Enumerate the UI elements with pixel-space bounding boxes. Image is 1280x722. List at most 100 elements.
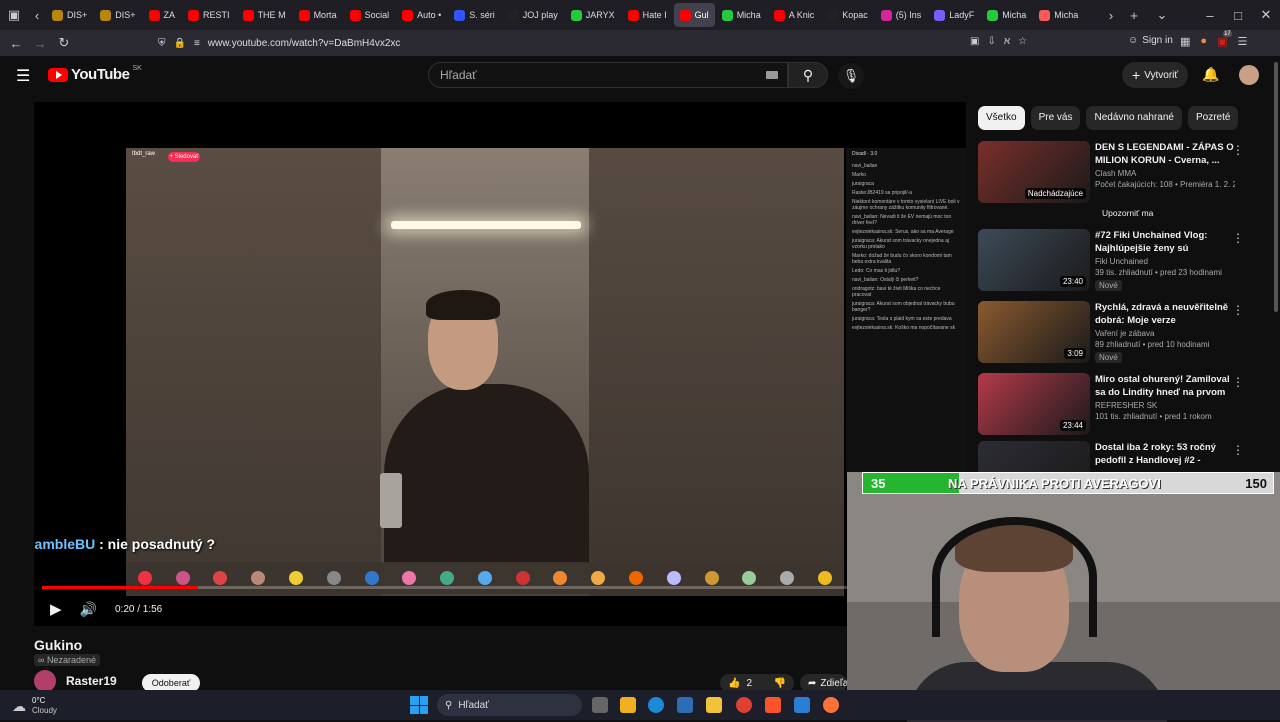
more-options-icon[interactable]: ⋮ (1232, 231, 1244, 245)
recommendation-channel[interactable]: Fiki Unchained (1095, 257, 1235, 266)
tab-list-icon[interactable]: ⌄ (1148, 1, 1176, 29)
pip-icon[interactable]: ▣ (970, 36, 979, 47)
volume-icon[interactable]: 🔊 (80, 601, 97, 618)
thumbs-down-icon[interactable]: 👎 (774, 678, 786, 689)
page-info-icon[interactable]: ≡ (194, 38, 200, 49)
browser-tab[interactable]: Micha (716, 3, 767, 27)
browser-tab[interactable]: RESTI (182, 3, 236, 27)
browser-tab[interactable]: ZA (143, 3, 182, 27)
browser-tab[interactable]: (5) Ins (875, 3, 928, 27)
keyboard-icon[interactable] (766, 71, 778, 79)
firefox-icon[interactable] (823, 697, 839, 713)
address-bar[interactable]: ⛨ 🔒 ≡ www.youtube.com/watch?v=DaBmH4vx2x… (150, 32, 1050, 54)
video-thumbnail[interactable]: 3:09 (978, 301, 1090, 363)
browser-tab[interactable]: Gul (673, 3, 715, 27)
notepad-icon[interactable] (794, 697, 810, 713)
recommendation-title[interactable]: Dostal iba 2 roky: 53 ročný pedofil z Ha… (1095, 441, 1235, 467)
chrome-icon[interactable] (736, 697, 752, 713)
browser-tab[interactable]: DIS+ (46, 3, 93, 27)
download-page-icon[interactable]: ⇩ (987, 36, 995, 47)
recommendation-item[interactable]: 23:44 Miro ostal ohurený! Zamiloval sa do… (978, 373, 1278, 437)
taskbar-search[interactable]: ⚲ Hľadať (437, 694, 582, 716)
page-scrollbar[interactable] (1274, 62, 1278, 312)
browser-tab[interactable]: Micha (981, 3, 1032, 27)
recommendation-title[interactable]: Miro ostal ohurený! Zamiloval sa do Lind… (1095, 373, 1235, 399)
recommendation-channel[interactable]: Clash MMA (1095, 169, 1235, 178)
lock-icon[interactable]: 🔒 (174, 38, 186, 49)
minimize-window-icon[interactable]: – (1196, 1, 1224, 29)
ublock-icon[interactable]: ▣ 17 (1217, 31, 1232, 48)
video-thumbnail[interactable]: 23:40 (978, 229, 1090, 291)
store-icon[interactable] (620, 697, 636, 713)
brave-icon[interactable] (765, 697, 781, 713)
browser-tab[interactable]: JOJ play (502, 3, 564, 27)
youtube-logo[interactable]: YouTube SK (48, 65, 142, 83)
bookmark-star-icon[interactable]: ☆ (1018, 36, 1027, 47)
browser-tab[interactable]: A Knic (768, 3, 821, 27)
avatar[interactable] (1239, 65, 1259, 85)
search-button[interactable]: ⚲ (788, 62, 828, 88)
guide-menu-icon[interactable]: ☰ (16, 66, 30, 86)
browser-tab[interactable]: Morta (293, 3, 343, 27)
create-button[interactable]: + Vytvoriť (1122, 62, 1189, 88)
photos-icon[interactable] (677, 697, 693, 713)
shield-icon[interactable]: ⛨ (158, 38, 166, 49)
filter-chip[interactable]: Pozreté (1188, 106, 1239, 130)
video-thumbnail[interactable]: Nadchádzajúce (978, 141, 1090, 203)
url-text[interactable]: www.youtube.com/watch?v=DaBmH4vx2xc (208, 38, 401, 49)
recommendation-title[interactable]: DEN S LEGENDAMI - ZÁPAS O MILION KORUN -… (1095, 141, 1235, 167)
file-explorer-icon[interactable] (706, 697, 722, 713)
more-options-icon[interactable]: ⋮ (1232, 375, 1244, 389)
menu-icon[interactable]: ☰ (1237, 35, 1247, 48)
browser-tab[interactable]: Social (344, 3, 396, 27)
more-options-icon[interactable]: ⋮ (1232, 443, 1244, 457)
new-tab-icon[interactable]: + (1120, 1, 1148, 29)
tab-scroll-right-icon[interactable]: › (1102, 1, 1120, 29)
video-thumbnail[interactable]: 23:44 (978, 373, 1090, 435)
recommendation-channel[interactable]: Vaření je zábava (1095, 329, 1235, 338)
browser-tab[interactable]: DIS+ (94, 3, 141, 27)
notifications-bell-icon[interactable]: 🔔 (1202, 66, 1219, 83)
browser-tab[interactable]: JARYX (565, 3, 621, 27)
remind-me-button[interactable]: Upozorniť ma (1096, 204, 1159, 222)
color-wheel-icon[interactable]: ● (1200, 35, 1207, 48)
tab-overview-icon[interactable]: ▣ (0, 1, 28, 29)
recommendation-item[interactable]: 23:40 #72 Fiki Unchained Vlog: Najhlúpejš… (978, 229, 1278, 293)
browser-tab[interactable]: Kopac (821, 3, 874, 27)
search-input[interactable]: Hľadať (428, 62, 788, 88)
weather-widget[interactable]: ☁ 0°C Cloudy (12, 696, 57, 716)
recommendation-title[interactable]: #72 Fiki Unchained Vlog: Najhlúpejšie že… (1095, 229, 1235, 255)
recommendation-channel[interactable]: REFRESHER SK (1095, 401, 1235, 410)
more-options-icon[interactable]: ⋮ (1232, 303, 1244, 317)
maximize-window-icon[interactable]: □ (1224, 1, 1252, 29)
recommendation-item[interactable]: Nadchádzajúce DEN S LEGENDAMI - ZÁPAS O M… (978, 141, 1278, 205)
task-view-icon[interactable] (592, 697, 608, 713)
reload-icon[interactable]: ↻ (50, 29, 78, 57)
browser-tab[interactable]: Micha (1033, 3, 1084, 27)
sign-in-button[interactable]: ☺ Sign in (1128, 35, 1173, 46)
progress-bar[interactable] (42, 586, 958, 589)
filter-chip[interactable]: Nedávno nahrané (1086, 106, 1182, 130)
tab-scroll-left-icon[interactable]: ‹ (28, 1, 46, 29)
voice-search-icon[interactable]: 🎙 (838, 63, 864, 89)
play-icon[interactable]: ▶ (50, 600, 62, 618)
browser-tab[interactable]: Auto • (396, 3, 447, 27)
browser-tab[interactable]: THE M (237, 3, 292, 27)
thumbs-up-icon[interactable]: 👍 (728, 678, 740, 689)
more-options-icon[interactable]: ⋮ (1232, 143, 1244, 157)
translate-icon[interactable]: א (1004, 36, 1010, 47)
browser-tab[interactable]: LadyF (928, 3, 980, 27)
edge-icon[interactable] (648, 697, 664, 713)
extensions-icon[interactable]: ▦ (1180, 35, 1190, 48)
browser-tab[interactable]: S. séri (448, 3, 501, 27)
windows-start-icon[interactable] (410, 696, 428, 714)
close-window-icon[interactable]: ✕ (1252, 1, 1280, 29)
recommendation-title[interactable]: Rychlá, zdravá a neuvěřitelně dobrá: Moj… (1095, 301, 1235, 327)
channel-name[interactable]: Raster19 (66, 674, 117, 688)
video-player[interactable]: tbdt_raw + Sledovať Divadl · 3.0 navi_ba… (34, 102, 966, 626)
browser-tab[interactable]: Hate I (622, 3, 673, 27)
recommendation-item[interactable]: 3:09 Rychlá, zdravá a neuvěřitelně dobrá:… (978, 301, 1278, 365)
channel-avatar[interactable] (34, 670, 56, 692)
filter-chip[interactable]: Pre vás (1030, 106, 1081, 130)
filter-chip[interactable]: Všetko (978, 106, 1025, 130)
